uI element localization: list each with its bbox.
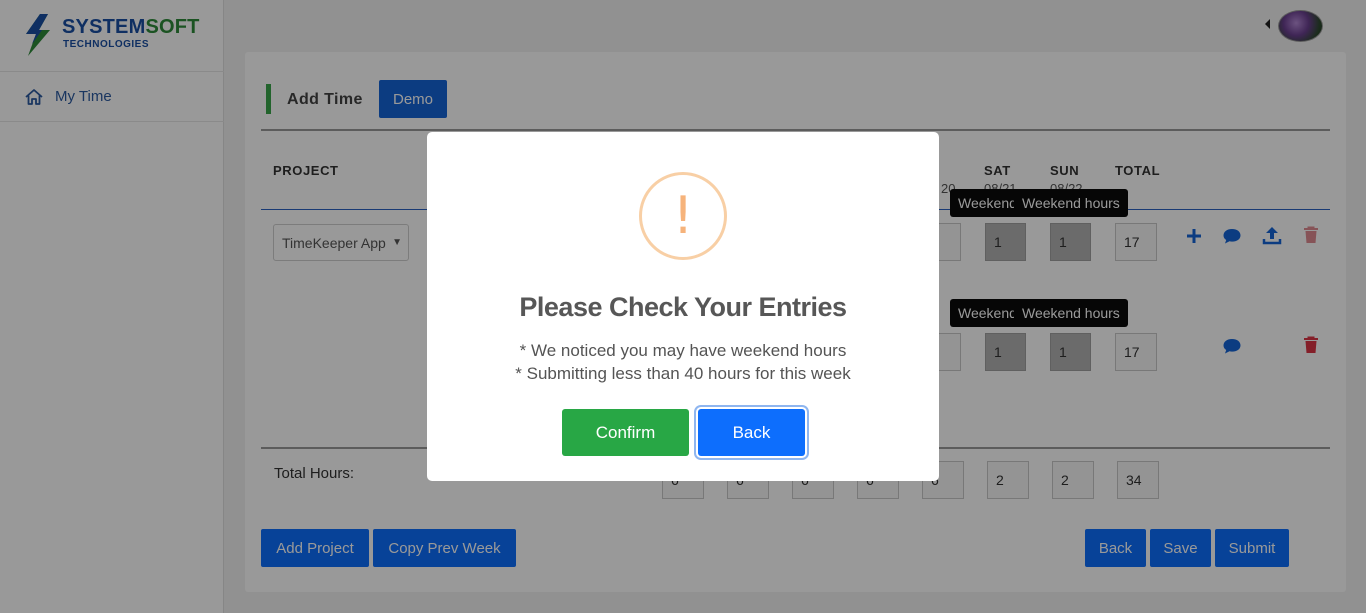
dialog-message-line: * We noticed you may have weekend hours xyxy=(519,341,847,360)
warning-icon: ! xyxy=(639,172,727,260)
confirm-button[interactable]: Confirm xyxy=(562,409,689,456)
confirm-dialog: ! Please Check Your Entries * We noticed… xyxy=(427,132,939,481)
dialog-back-button[interactable]: Back xyxy=(698,409,805,456)
dialog-message-line: * Submitting less than 40 hours for this… xyxy=(515,364,851,383)
dialog-title: Please Check Your Entries xyxy=(519,292,847,322)
warning-glyph: ! xyxy=(672,186,694,246)
